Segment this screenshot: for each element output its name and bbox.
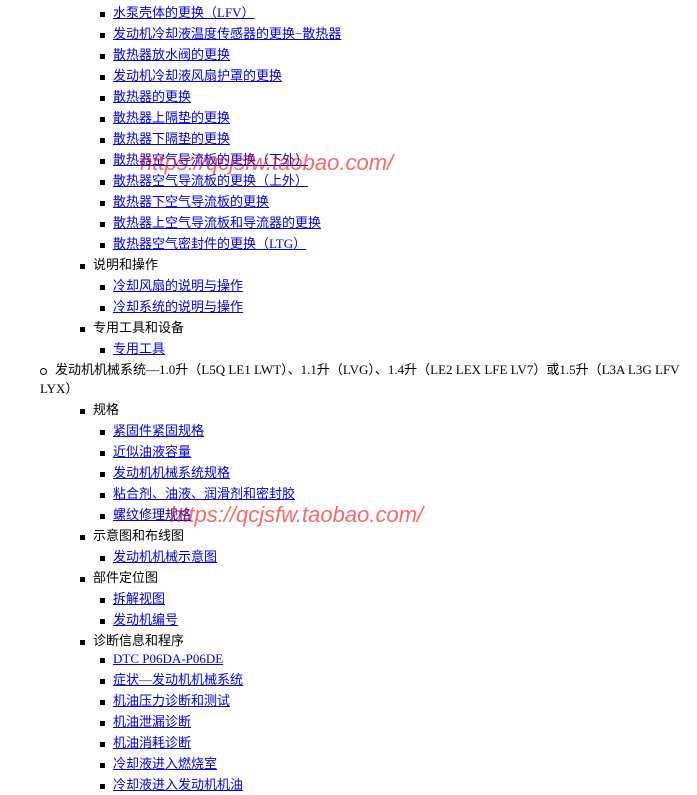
link-item[interactable]: 近似油液容量 (113, 444, 191, 459)
link-item[interactable]: 螺纹修理规格 (113, 507, 191, 522)
link-item[interactable]: DTC P06DA-P06DE (113, 651, 223, 666)
link-item[interactable]: 散热器的更换 (113, 89, 191, 104)
engine-header: 发动机机械系统—1.0升（L5Q LE1 LWT）、1.1升（LVG）、1.4升… (0, 359, 697, 397)
link-item[interactable]: 散热器空气导流板的更换（下外） (113, 152, 308, 167)
link-item[interactable]: 发动机冷却液风扇护罩的更换 (113, 68, 282, 83)
section-guige: 规格 (0, 399, 697, 418)
link-item[interactable]: 发动机机械系统规格 (113, 465, 230, 480)
link-item[interactable]: 拆解视图 (113, 591, 165, 606)
link-item[interactable]: 水泵壳体的更换（LFV） (113, 5, 255, 20)
link-item[interactable]: 散热器下隔垫的更换 (113, 131, 230, 146)
link-item[interactable]: 冷却液进入发动机机油 (113, 777, 243, 792)
link-item[interactable]: 发动机冷却液温度传感器的更换−散热器 (113, 26, 341, 41)
link-item[interactable]: 机油消耗诊断 (113, 735, 191, 750)
link-item[interactable]: 紧固件紧固规格 (113, 423, 204, 438)
link-item[interactable]: 散热器上空气导流板和导流器的更换 (113, 215, 321, 230)
link-item[interactable]: 散热器空气密封件的更换（LTG） (113, 236, 306, 251)
link-item[interactable]: 机油压力诊断和测试 (113, 693, 230, 708)
link-item[interactable]: 粘合剂、油液、润滑剂和密封胶 (113, 486, 295, 501)
link-item[interactable]: 症状—发动机机械系统 (113, 672, 243, 687)
link-item[interactable]: 专用工具 (113, 341, 165, 356)
section-zhenduan: 诊断信息和程序 (0, 630, 697, 649)
section-shiyitu: 示意图和布线图 (0, 525, 697, 544)
link-item[interactable]: 冷却系统的说明与操作 (113, 299, 243, 314)
section-shuoming: 说明和操作 (0, 254, 697, 273)
link-item[interactable]: 冷却液进入燃烧室 (113, 756, 217, 771)
link-item[interactable]: 散热器放水阀的更换 (113, 47, 230, 62)
link-item[interactable]: 机油泄漏诊断 (113, 714, 191, 729)
link-item[interactable]: 散热器上隔垫的更换 (113, 110, 230, 125)
link-item[interactable]: 冷却风扇的说明与操作 (113, 278, 243, 293)
link-item[interactable]: 散热器下空气导流板的更换 (113, 194, 269, 209)
section-tool: 专用工具和设备 (0, 317, 697, 336)
link-item[interactable]: 散热器空气导流板的更换（上外） (113, 173, 308, 188)
link-item[interactable]: 发动机机械示意图 (113, 549, 217, 564)
nav-list: 水泵壳体的更换（LFV） 发动机冷却液温度传感器的更换−散热器 散热器放水阀的更… (0, 2, 697, 793)
link-item[interactable]: 发动机编号 (113, 612, 178, 627)
